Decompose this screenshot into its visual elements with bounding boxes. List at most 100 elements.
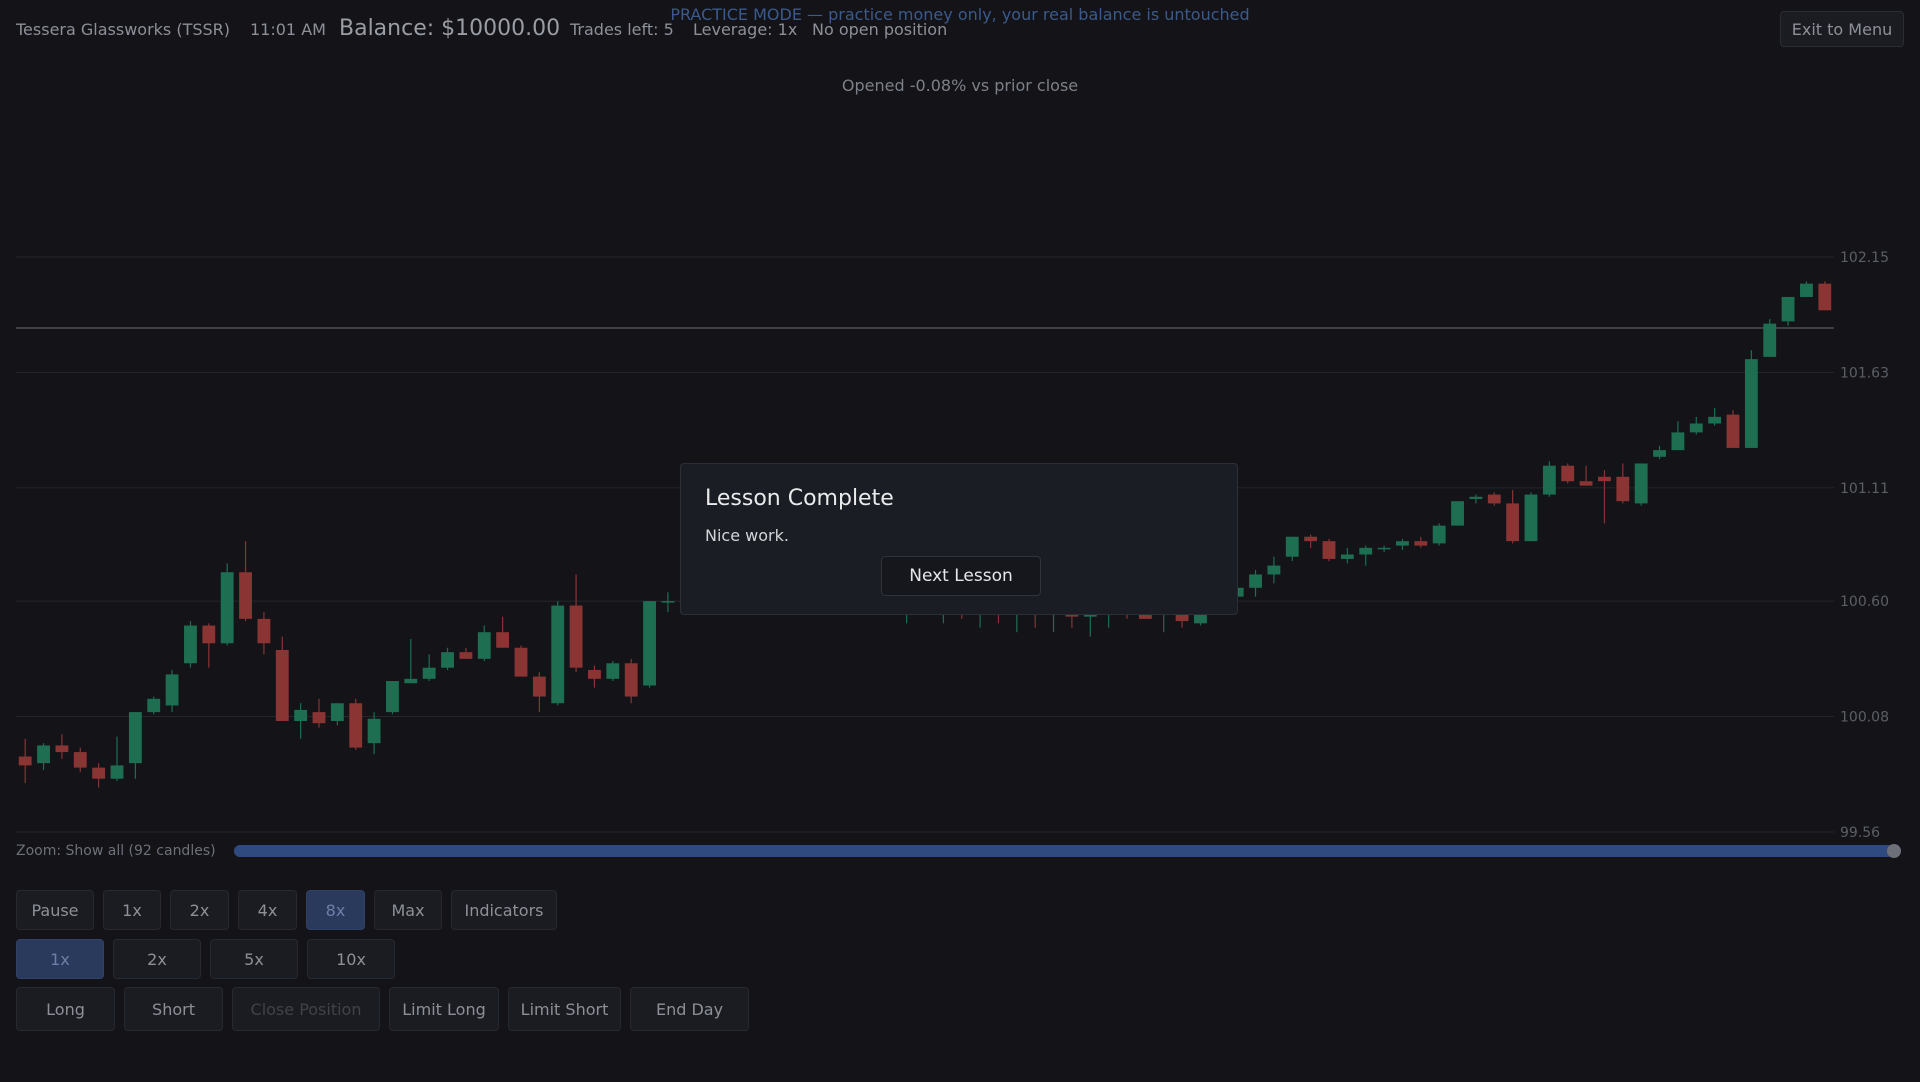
candle bbox=[496, 616, 510, 648]
market-clock: 11:01 AM bbox=[250, 20, 326, 39]
close-position-button[interactable]: Close Position bbox=[232, 987, 380, 1031]
candle-body bbox=[147, 698, 161, 713]
candle-body bbox=[1432, 525, 1446, 544]
speed-2x-button[interactable]: 2x bbox=[170, 890, 229, 930]
candle-body bbox=[1414, 541, 1428, 546]
candle bbox=[624, 658, 638, 704]
candle bbox=[1542, 461, 1556, 497]
short-button[interactable]: Short bbox=[124, 987, 223, 1031]
candle-body bbox=[1506, 503, 1520, 542]
price-tick-label: 100.08 bbox=[1840, 710, 1889, 726]
candle bbox=[1285, 536, 1299, 562]
candle bbox=[532, 672, 546, 713]
candle-body bbox=[661, 601, 675, 603]
leverage-controls: 1x 2x 5x 10x bbox=[16, 939, 395, 979]
candle bbox=[18, 738, 32, 784]
pause-button[interactable]: Pause bbox=[16, 890, 94, 930]
candle-body bbox=[184, 625, 197, 664]
candle-body bbox=[1524, 494, 1538, 542]
candle-body bbox=[1451, 501, 1464, 526]
candle-body bbox=[1671, 432, 1685, 451]
next-lesson-button[interactable]: Next Lesson bbox=[881, 556, 1041, 596]
candle-body bbox=[1726, 414, 1740, 448]
candle-body bbox=[165, 674, 179, 706]
leverage-1x-button[interactable]: 1x bbox=[16, 939, 104, 979]
price-axis: 102.15 101.63 101.11 100.60 100.08 99.56 bbox=[1840, 250, 1889, 840]
exit-to-menu-button[interactable]: Exit to Menu bbox=[1780, 11, 1904, 47]
candle-body bbox=[1267, 565, 1281, 575]
candle bbox=[367, 712, 381, 755]
leverage-10x-button[interactable]: 10x bbox=[307, 939, 395, 979]
candle bbox=[294, 703, 308, 739]
candle-body bbox=[349, 703, 363, 748]
candle-body bbox=[404, 678, 418, 684]
candle bbox=[202, 623, 216, 668]
leverage-2x-button[interactable]: 2x bbox=[113, 939, 201, 979]
candle bbox=[551, 601, 565, 706]
candle-body bbox=[1322, 541, 1336, 559]
candle bbox=[165, 669, 179, 713]
candle bbox=[349, 698, 363, 750]
candle-body bbox=[551, 605, 565, 704]
candle-body bbox=[1616, 476, 1630, 502]
candle bbox=[514, 645, 528, 677]
candle bbox=[569, 574, 583, 673]
candle-body bbox=[128, 712, 142, 764]
zoom-slider[interactable] bbox=[234, 844, 1901, 858]
candle bbox=[1763, 319, 1777, 357]
end-day-button[interactable]: End Day bbox=[630, 987, 749, 1031]
candle bbox=[1506, 490, 1520, 544]
candle-body bbox=[73, 752, 87, 768]
candle bbox=[1432, 523, 1446, 546]
candle bbox=[1689, 416, 1703, 435]
candle-body bbox=[1763, 323, 1777, 357]
candle-body bbox=[18, 756, 32, 766]
candle-body bbox=[239, 572, 252, 619]
candle-body bbox=[312, 712, 326, 724]
candle bbox=[312, 698, 326, 728]
candle-body bbox=[1598, 476, 1611, 482]
candle bbox=[1377, 545, 1391, 553]
candle bbox=[1561, 463, 1575, 484]
candle bbox=[1781, 296, 1795, 326]
candle-body bbox=[477, 632, 491, 659]
candle bbox=[1800, 281, 1813, 297]
candle-body bbox=[441, 652, 454, 668]
candle bbox=[184, 621, 197, 668]
candle-body bbox=[37, 745, 50, 764]
candle bbox=[661, 592, 675, 613]
candle-body bbox=[367, 718, 381, 744]
candle-body bbox=[532, 676, 546, 697]
leverage-5x-button[interactable]: 5x bbox=[210, 939, 298, 979]
speed-max-button[interactable]: Max bbox=[374, 890, 442, 930]
candle bbox=[1267, 556, 1281, 584]
price-tick-label: 101.63 bbox=[1840, 365, 1889, 381]
lesson-complete-dialog: Lesson Complete Nice work. Next Lesson bbox=[680, 463, 1238, 615]
candle bbox=[459, 647, 473, 659]
speed-4x-button[interactable]: 4x bbox=[238, 890, 297, 930]
candle bbox=[1708, 407, 1722, 426]
candle bbox=[110, 736, 124, 781]
candle-body bbox=[1653, 450, 1666, 457]
candle bbox=[239, 541, 252, 622]
speed-1x-button[interactable]: 1x bbox=[103, 890, 161, 930]
candle bbox=[1744, 350, 1758, 448]
indicators-button[interactable]: Indicators bbox=[451, 890, 557, 930]
candle-body bbox=[1469, 496, 1483, 499]
trades-left: Trades left: 5 bbox=[570, 20, 674, 39]
candle-body bbox=[1818, 283, 1832, 311]
long-button[interactable]: Long bbox=[16, 987, 115, 1031]
candle-body bbox=[55, 745, 69, 753]
candle-body bbox=[1708, 416, 1722, 424]
limit-short-button[interactable]: Limit Short bbox=[508, 987, 621, 1031]
zoom-slider-handle[interactable] bbox=[1887, 844, 1901, 858]
candle bbox=[1524, 492, 1538, 542]
ticker-name: Tessera Glassworks (TSSR) bbox=[16, 20, 231, 39]
candle-body bbox=[1579, 481, 1593, 486]
candle bbox=[1469, 494, 1483, 504]
candle-body bbox=[1377, 547, 1391, 550]
speed-8x-button[interactable]: 8x bbox=[306, 890, 365, 930]
candle bbox=[1359, 545, 1373, 566]
candle-body bbox=[643, 601, 656, 686]
limit-long-button[interactable]: Limit Long bbox=[389, 987, 499, 1031]
